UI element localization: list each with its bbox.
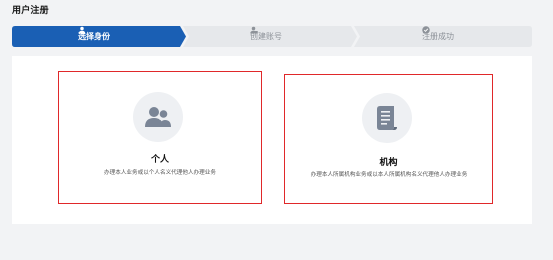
identity-card-organization[interactable]: 机构 办理本人所属机构业务或以本人所属机构名义代理他人办理业务	[284, 74, 493, 204]
step-select-identity[interactable]: 选择身份	[78, 26, 110, 47]
check-circle-icon	[422, 26, 430, 34]
card-description: 办理本人业务或以个人名义代理他人办理业务	[104, 170, 216, 176]
registration-stepper: 选择身份 创建账号 注册成功	[12, 26, 532, 47]
icon-circle	[133, 92, 183, 142]
page-title: 用户注册	[12, 6, 49, 16]
step-registration-success[interactable]: 注册成功	[422, 26, 454, 47]
step-create-account[interactable]: 创建账号	[250, 26, 282, 47]
card-title: 机构	[379, 158, 398, 168]
user-badge-icon	[250, 26, 258, 34]
people-icon	[145, 107, 171, 127]
identity-card-personal[interactable]: 个人 办理本人业务或以个人名义代理他人办理业务	[58, 71, 262, 204]
identity-panel: 个人 办理本人业务或以个人名义代理他人办理业务 机构 办理本人所属机构业务或以本…	[12, 56, 532, 224]
document-icon	[377, 106, 397, 130]
icon-circle	[362, 93, 412, 143]
card-description: 办理本人所属机构业务或以本人所属机构名义代理他人办理业务	[310, 172, 468, 178]
card-title: 个人	[150, 155, 169, 165]
user-icon	[78, 26, 86, 34]
